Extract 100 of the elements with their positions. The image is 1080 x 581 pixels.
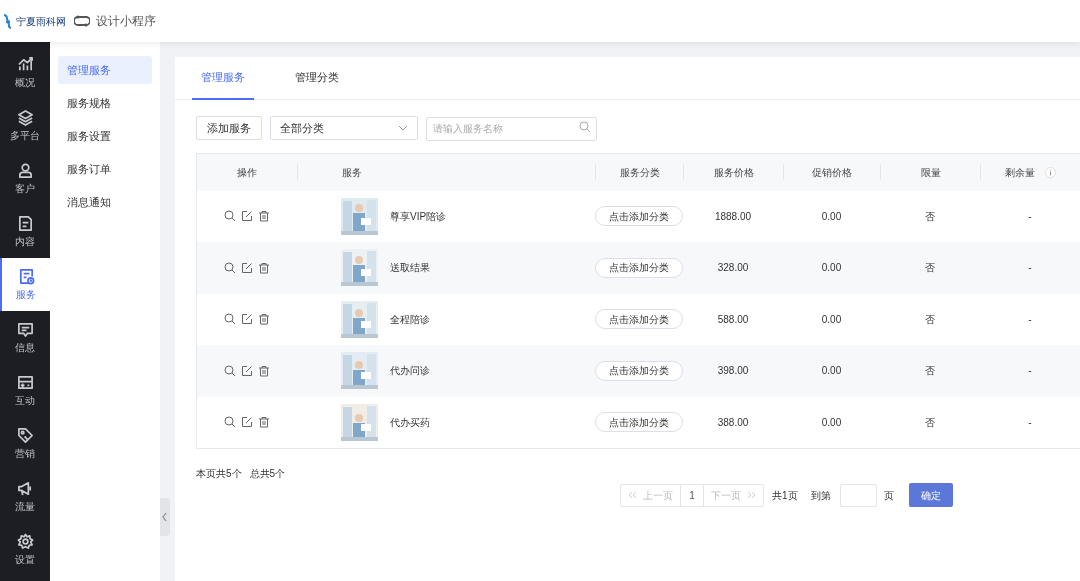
limit-cell-text: 否 [925,312,935,327]
layers-icon [16,108,34,126]
promo-price-cell-text: 0.00 [821,364,842,379]
logo-text: 宁夏雨科网 [16,14,66,29]
add-category-button[interactable]: 点击添加分类 [595,309,683,330]
message-icon [16,320,34,338]
person-icon [16,161,34,179]
submenu-item[interactable]: 服务规格 [58,89,152,117]
submenu-item[interactable]: 服务订单 [58,155,152,183]
double-chevron-left-icon [628,491,637,499]
service-name: 尊享VIP陪诊 [390,209,447,224]
submenu-item[interactable]: 管理服务 [58,56,152,84]
select-value: 全部分类 [280,120,324,136]
nav-item[interactable]: 互动 [0,364,50,417]
column-header: 限量 [920,165,941,180]
nav-item[interactable]: 流量 [0,470,50,523]
price-cell-text: 1888.00 [714,209,752,224]
limit-cell-text: 否 [925,261,935,276]
trash-icon[interactable] [258,364,270,377]
app-title: 设计小程序 [96,13,156,30]
trash-icon[interactable] [258,416,270,429]
edit-icon[interactable] [241,364,253,377]
tag-icon [16,426,34,444]
add-category-button[interactable]: 点击添加分类 [595,412,683,433]
submenu-item[interactable]: 服务设置 [58,122,152,150]
column-header: 操作 [237,165,257,180]
page-input[interactable] [839,483,877,507]
gamepad-icon [16,373,34,391]
nav-item[interactable]: 信息 [0,311,50,364]
search-icon[interactable] [224,416,236,429]
search-icon[interactable] [224,313,236,326]
edit-icon[interactable] [241,313,253,326]
column-header: 服务价格 [713,165,754,180]
nav-item[interactable]: 概况 [0,46,50,99]
logo-icon [2,13,14,29]
promo-price-cell-text: 0.00 [821,261,842,276]
search-field[interactable]: 请输入服务名称 [426,116,597,141]
limit-cell-text: 否 [925,415,935,430]
nav-item[interactable]: 设置 [0,523,50,576]
promo-price-cell-text: 0.00 [821,209,842,224]
megaphone-icon [16,479,34,497]
nav-item[interactable]: 多平台 [0,99,50,152]
info-icon [1045,166,1056,178]
add-service-button[interactable]: 添加服务 [196,115,262,140]
column-header: 剩余量 [1005,165,1035,180]
promo-price-cell-text: 0.00 [821,415,842,430]
search-icon[interactable] [224,364,236,377]
column-header: 促销价格 [812,165,852,180]
service-name: 送取结果 [390,261,430,276]
price-cell-text: 398.00 [717,364,749,379]
chart-icon [16,55,34,73]
trash-icon[interactable] [258,210,270,223]
collapse-handle-icon[interactable] [160,498,170,536]
remaining-cell-text: - [1028,312,1032,327]
limit-cell-text: 否 [925,209,935,224]
promo-price-cell-text: 0.00 [821,312,842,327]
total-pages-text: 共1页 [772,488,798,503]
service-name: 全程陪诊 [390,312,430,327]
tab[interactable]: 管理分类 [286,57,348,100]
nav-item[interactable]: 营销 [0,417,50,470]
price-cell-text: 388.00 [717,415,749,430]
edit-icon[interactable] [241,210,253,223]
goto-label: 到第 [810,488,831,503]
nav-item[interactable]: 服务 [0,258,50,311]
page-count-text: 本页共5个 [196,467,242,481]
page-unit-text: 页 [883,488,894,503]
page-button[interactable]: 1 [680,484,704,506]
chevron-down-icon [398,124,408,131]
remaining-cell-text: - [1028,209,1032,224]
column-header: 服务分类 [619,165,660,180]
search-icon[interactable] [224,261,236,274]
trash-icon[interactable] [258,313,270,326]
trash-icon[interactable] [258,261,270,274]
remaining-cell-text: - [1028,364,1032,379]
gear-icon [16,532,34,550]
limit-cell-text: 否 [925,364,935,379]
tab[interactable]: 管理服务 [192,57,254,100]
remaining-cell-text: - [1028,261,1032,276]
submenu-item[interactable]: 消息通知 [58,188,152,216]
price-cell-text: 588.00 [717,312,749,327]
search-icon [579,121,591,133]
double-chevron-right-icon [747,491,756,499]
search-icon[interactable] [224,210,236,223]
service-icon [17,267,35,285]
total-count-text: 总共5个 [249,467,286,481]
nav-item[interactable]: 内容 [0,205,50,258]
add-category-button[interactable]: 点击添加分类 [595,360,683,381]
remaining-cell-text: - [1028,415,1032,430]
edit-icon[interactable] [241,416,253,429]
add-category-button[interactable]: 点击添加分类 [595,206,683,227]
confirm-button[interactable]: 确定 [908,483,953,507]
service-name: 代办问诊 [390,364,430,379]
nav-item[interactable]: 客户 [0,152,50,205]
edit-icon[interactable] [241,261,253,274]
category-select[interactable]: 全部分类 [270,115,418,140]
document-icon [16,214,34,232]
service-name: 代办买药 [390,415,430,430]
add-category-button[interactable]: 点击添加分类 [595,257,683,278]
loop-icon [74,14,90,28]
column-header: 服务 [342,165,362,180]
